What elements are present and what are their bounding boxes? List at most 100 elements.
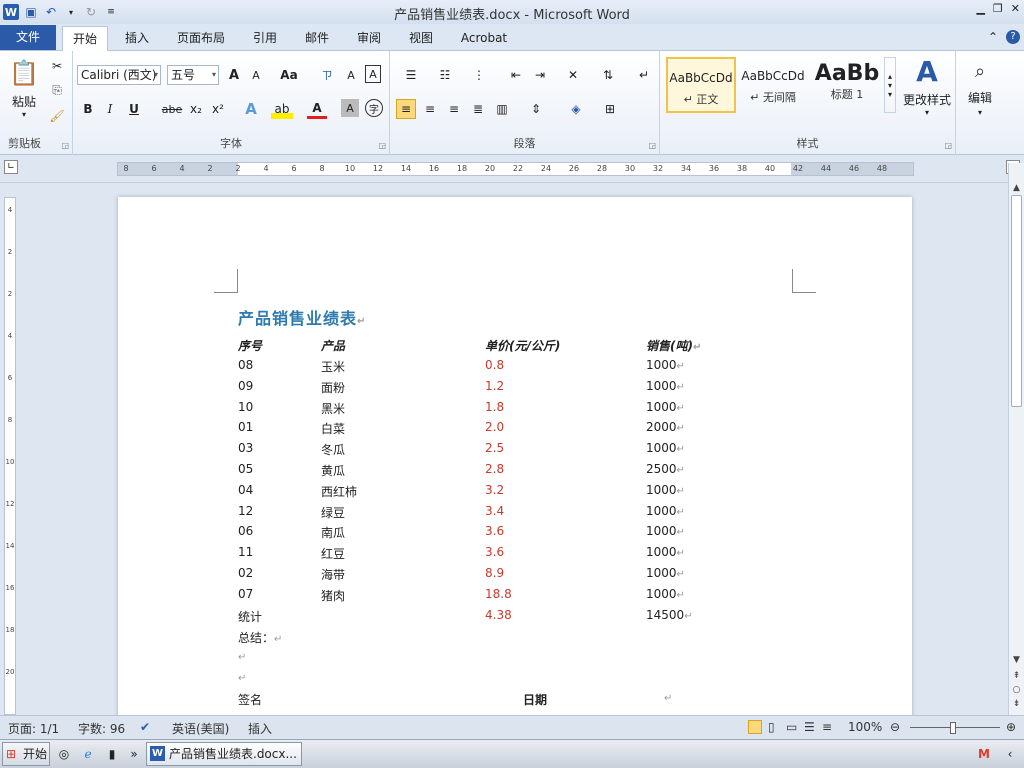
taskbar-word-task[interactable]: W 产品销售业绩表.docx...: [146, 742, 302, 766]
strikethrough-button[interactable]: abe: [161, 99, 183, 119]
vertical-scrollbar[interactable]: ▲ ▼ ⇞ ○ ⇟: [1008, 163, 1024, 715]
zoom-in-icon[interactable]: ⊕: [1006, 720, 1016, 734]
editing-label[interactable]: 编辑: [960, 89, 1000, 105]
justify-icon[interactable]: ≣: [468, 99, 488, 119]
minimize-ribbon-icon[interactable]: ⌃: [988, 30, 998, 44]
proofing-icon[interactable]: ✔: [140, 720, 150, 734]
tab-page-layout[interactable]: 页面布局: [170, 26, 232, 51]
tray-app-icon[interactable]: M: [976, 746, 992, 762]
ie-icon[interactable]: ℯ: [80, 746, 96, 762]
full-screen-reading-icon[interactable]: ▯: [768, 720, 775, 734]
align-right-icon[interactable]: ≡: [444, 99, 464, 119]
tab-references[interactable]: 引用: [246, 26, 284, 51]
font-launcher-icon[interactable]: ◲: [378, 141, 386, 150]
start-button[interactable]: ⊞ 开始: [2, 742, 50, 766]
superscript-button[interactable]: x²: [209, 99, 227, 119]
distributed-icon[interactable]: ▥: [492, 99, 512, 119]
next-page-icon[interactable]: ⇟: [1009, 699, 1024, 709]
change-case-button[interactable]: Aa: [275, 65, 303, 85]
prev-page-icon[interactable]: ⇞: [1009, 671, 1024, 681]
tab-view[interactable]: 视图: [402, 26, 440, 51]
shading-icon[interactable]: ◈: [564, 99, 588, 119]
increase-indent-icon[interactable]: ⇥: [530, 65, 550, 85]
scroll-thumb[interactable]: [1011, 195, 1022, 407]
binoculars-icon[interactable]: ⌕: [966, 57, 994, 85]
styles-launcher-icon[interactable]: ◲: [944, 141, 952, 150]
minimize-icon[interactable]: ▁: [976, 2, 984, 15]
print-layout-icon[interactable]: [748, 720, 762, 734]
draft-icon[interactable]: ≡: [822, 720, 832, 734]
tab-review[interactable]: 审阅: [350, 26, 388, 51]
paste-dropdown-icon[interactable]: ▾: [6, 109, 42, 119]
paste-icon[interactable]: 📋: [8, 55, 40, 91]
numbering-icon[interactable]: ☷: [432, 65, 458, 85]
tab-home[interactable]: 开始: [62, 26, 108, 51]
grow-font-button[interactable]: A: [225, 65, 243, 85]
horizontal-ruler[interactable]: 8 6 4 2 2 4 6 8 10 12 14 16 18 20 22 24 26 28 30 32 34 36 38 40…: [117, 162, 914, 176]
tab-acrobat[interactable]: Acrobat: [454, 26, 514, 51]
word-count[interactable]: 字数: 96: [78, 720, 125, 737]
quicklaunch-icon[interactable]: ▮: [104, 746, 120, 762]
tab-file[interactable]: 文件: [0, 25, 56, 50]
subscript-button[interactable]: x₂: [187, 99, 205, 119]
cut-icon[interactable]: ✂: [48, 57, 66, 75]
web-layout-icon[interactable]: ▭: [786, 720, 797, 734]
char-border-button[interactable]: A: [365, 65, 381, 83]
line-spacing-icon[interactable]: ⇕: [524, 99, 548, 119]
outline-icon[interactable]: ☰: [804, 720, 815, 734]
tab-selector-icon[interactable]: ∟: [4, 160, 18, 174]
zoom-level[interactable]: 100%: [848, 720, 882, 734]
chinese-layout-icon[interactable]: ✕: [560, 65, 586, 85]
tray-expand-icon[interactable]: ‹: [1002, 746, 1018, 762]
zoom-out-icon[interactable]: ⊖: [890, 720, 900, 734]
editing-dropdown-icon[interactable]: ▾: [960, 107, 1000, 117]
clear-format-button[interactable]: A: [341, 65, 361, 85]
paste-label[interactable]: 粘贴: [6, 93, 42, 109]
document-page[interactable]: 产品销售业绩表↵ 序号 产品 单价(元/公斤) 销售(吨)↵ 08 玉米 0.8 10…: [118, 197, 912, 715]
multilevel-list-icon[interactable]: ⋮: [466, 65, 492, 85]
chevron-down-icon[interactable]: ▾: [212, 66, 216, 84]
insert-mode[interactable]: 插入: [248, 720, 272, 737]
bullets-icon[interactable]: ☰: [398, 65, 424, 85]
change-styles-dropdown-icon[interactable]: ▾: [900, 107, 954, 117]
quicklaunch-icon[interactable]: ◎: [56, 746, 72, 762]
close-icon[interactable]: ✕: [1011, 2, 1020, 15]
italic-button[interactable]: I: [101, 99, 119, 119]
style-no-spacing[interactable]: AaBbCcDd ↵ 无间隔: [738, 57, 808, 113]
page-count[interactable]: 页面: 1/1: [8, 720, 59, 737]
tab-insert[interactable]: 插入: [118, 26, 156, 51]
style-heading-1[interactable]: AaBb 标题 1: [812, 57, 882, 113]
style-normal[interactable]: AaBbCcDd ↵ 正文: [666, 57, 736, 113]
highlight-icon[interactable]: ab: [271, 99, 293, 119]
text-effects-icon[interactable]: A: [241, 99, 261, 119]
show-marks-icon[interactable]: ↵: [634, 65, 654, 85]
underline-button[interactable]: U: [125, 99, 143, 119]
font-name-combo[interactable]: Calibri (西文) ▾: [77, 65, 161, 85]
sort-icon[interactable]: ⇅: [598, 65, 618, 85]
copy-icon[interactable]: ⎘: [48, 81, 66, 99]
zoom-slider-thumb[interactable]: [950, 722, 956, 734]
enclose-char-icon[interactable]: 字: [365, 99, 383, 117]
change-styles-label[interactable]: 更改样式: [900, 91, 954, 107]
font-color-icon[interactable]: A: [307, 99, 327, 119]
help-icon[interactable]: ?: [1006, 30, 1020, 44]
align-center-icon[interactable]: ≡: [420, 99, 440, 119]
format-painter-icon[interactable]: 🖌: [48, 107, 66, 125]
scroll-up-icon[interactable]: ▲: [1009, 183, 1024, 193]
tab-mailings[interactable]: 邮件: [298, 26, 336, 51]
borders-icon[interactable]: ⊞: [598, 99, 622, 119]
align-left-icon[interactable]: ≡: [396, 99, 416, 119]
clipboard-launcher-icon[interactable]: ◲: [61, 141, 69, 150]
phonetic-guide-icon[interactable]: ㄗ: [317, 65, 337, 85]
vertical-ruler[interactable]: 4 2 2 4 6 8 10 12 14 16 18 20: [4, 197, 16, 715]
restore-icon[interactable]: ❐: [993, 2, 1003, 15]
styles-scroll-icon[interactable]: ▴ ▾ ▾: [884, 57, 896, 113]
change-styles-icon[interactable]: A: [904, 55, 950, 88]
chevron-down-icon[interactable]: ▾: [154, 66, 158, 84]
scroll-down-icon[interactable]: ▼: [1009, 655, 1024, 665]
paragraph-launcher-icon[interactable]: ◲: [648, 141, 656, 150]
quicklaunch-more-icon[interactable]: »: [126, 746, 142, 762]
shrink-font-button[interactable]: A: [247, 65, 265, 85]
bold-button[interactable]: B: [79, 99, 97, 119]
browse-object-icon[interactable]: ○: [1009, 685, 1024, 695]
